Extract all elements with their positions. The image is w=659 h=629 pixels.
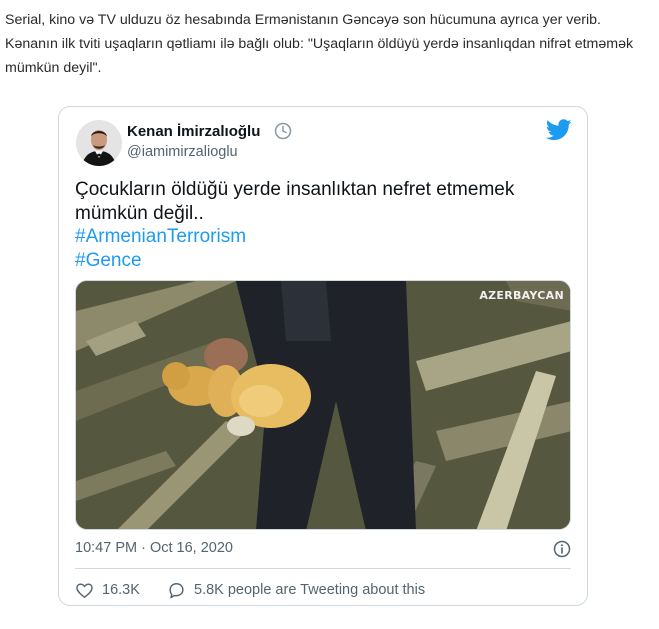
info-icon[interactable] <box>553 540 571 558</box>
heart-icon <box>76 582 93 598</box>
twitter-bird-icon[interactable] <box>546 119 572 141</box>
media-watermark: AZERBAYCAN <box>479 289 564 302</box>
hashtag-armenian-terrorism[interactable]: #ArmenianTerrorism <box>75 225 570 249</box>
like-button[interactable]: 16.3K <box>75 580 140 600</box>
user-display-name[interactable]: Kenan İmirzalıoğlu <box>127 123 260 140</box>
user-handle[interactable]: @iamimirzalioglu <box>127 144 238 160</box>
tweet-body: Çocukların öldüğü yerde insanlıktan nefr… <box>75 179 515 224</box>
tweeting-about-link[interactable]: 5.8K people are Tweeting about this <box>167 580 425 600</box>
like-count: 16.3K <box>102 582 140 598</box>
speech-bubble-icon <box>169 582 184 598</box>
tweet-media-image[interactable]: AZERBAYCAN <box>75 280 571 530</box>
article-paragraph: Serial, kino və TV ulduzu öz hesabında E… <box>5 12 634 76</box>
hashtag-gence[interactable]: #Gence <box>75 249 570 273</box>
clock-badge-icon <box>274 122 292 140</box>
embedded-tweet-card[interactable]: Kenan İmirzalıoğlu @iamimirzalioglu Çocu… <box>58 106 588 606</box>
tweet-text: Çocukların öldüğü yerde insanlıktan nefr… <box>75 178 570 272</box>
avatar[interactable] <box>76 120 122 166</box>
tweeting-about-text: 5.8K people are Tweeting about this <box>194 582 426 598</box>
tweet-timestamp[interactable]: 10:47 PM · Oct 16, 2020 <box>75 540 233 556</box>
divider <box>75 568 571 569</box>
